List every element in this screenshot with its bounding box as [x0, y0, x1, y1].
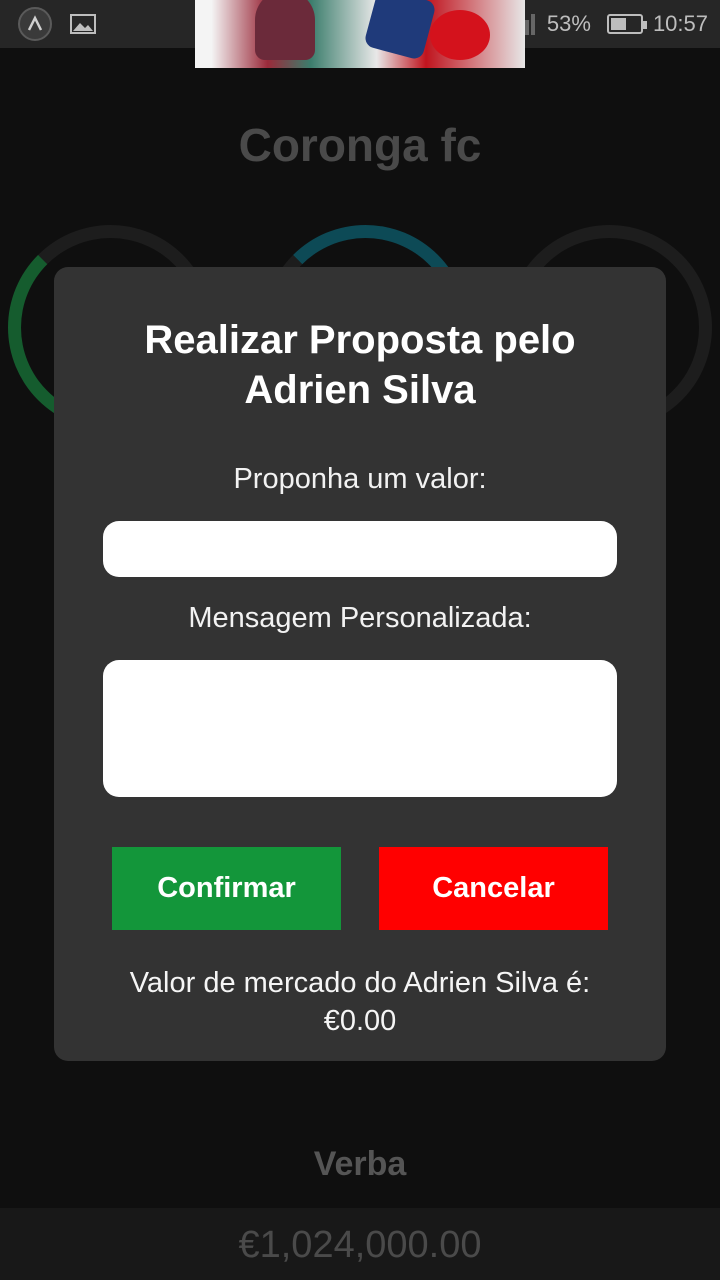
dialog-title: Realizar Proposta pelo Adrien Silva — [144, 318, 576, 412]
market-value-text: Valor de mercado do Adrien Silva é: — [129, 967, 591, 999]
offer-dialog: Realizar Proposta pelo Adrien Silva Prop… — [54, 267, 666, 1061]
app-logo-icon — [18, 7, 52, 41]
battery-percent: 53% — [546, 11, 591, 36]
notification-banner-image[interactable] — [195, 0, 525, 68]
confirm-button[interactable]: Confirmar — [112, 847, 341, 930]
offer-value-input[interactable] — [103, 521, 617, 577]
battery-icon — [606, 14, 647, 34]
team-title: Coronga fc — [238, 119, 482, 171]
clock: 10:57 — [652, 11, 708, 36]
value-label: Proponha um valor: — [233, 463, 487, 495]
market-value-info: Valor de mercado do Adrien Silva é: €0.0… — [54, 964, 666, 1040]
image-icon — [70, 14, 96, 34]
cancel-button[interactable]: Cancelar — [379, 847, 608, 930]
market-value-amount: €0.00 — [323, 1005, 397, 1037]
budget-value: €1,024,000.00 — [238, 1224, 482, 1266]
budget-label: Verba — [313, 1145, 407, 1183]
message-label: Mensagem Personalizada: — [188, 602, 532, 634]
custom-message-input[interactable] — [103, 660, 617, 797]
